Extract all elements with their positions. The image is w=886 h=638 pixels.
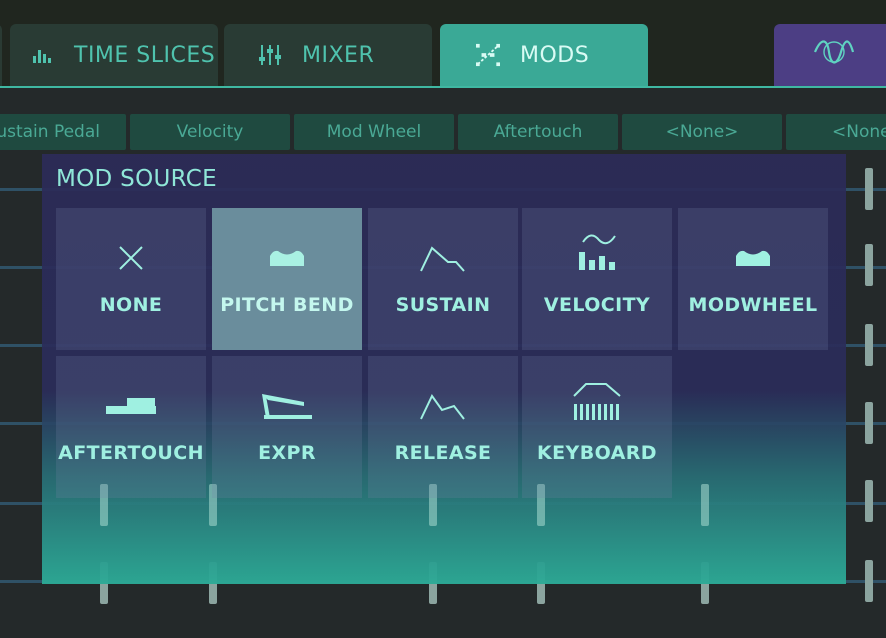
mod-slot-label: Mod Wheel [326, 122, 422, 142]
mod-source-label: NONE [99, 294, 163, 316]
pad-handle[interactable] [865, 402, 873, 444]
mod-source-aftertouch[interactable]: AFTERTOUCH [56, 356, 206, 498]
tab-mods[interactable]: MODS [440, 24, 648, 86]
mod-source-label: AFTERTOUCH [58, 442, 204, 464]
sliders-icon [258, 43, 282, 67]
mod-source-sustain[interactable]: SUSTAIN [368, 208, 518, 350]
mod-slot-label: <None> [832, 122, 886, 142]
tab-mixer[interactable]: MIXER [224, 24, 432, 86]
mod-source-expr[interactable]: EXPR [212, 356, 362, 498]
mod-source-none[interactable]: NONE [56, 208, 206, 350]
pad-handle-ghost [701, 484, 709, 526]
x-icon [118, 238, 144, 278]
pad-handle[interactable] [865, 244, 873, 286]
wave-icon [813, 40, 855, 70]
keyboard-icon [572, 382, 622, 422]
envelope-icon [420, 238, 466, 278]
modwheel-icon [735, 238, 771, 278]
mod-slot-label: <None> [665, 122, 739, 142]
mod-slot[interactable]: Velocity [130, 114, 290, 150]
tab-time-slices-label: TIME SLICES [74, 42, 216, 68]
pad-handle[interactable] [865, 324, 873, 366]
mods-icon [476, 43, 500, 67]
pad-handle[interactable] [865, 560, 873, 602]
tab-mods-label: MODS [520, 42, 590, 68]
tab-time-slices[interactable]: TIME SLICES [10, 24, 218, 86]
mod-slot-label: Aftertouch [493, 122, 583, 142]
velocity-icon [577, 232, 617, 272]
mod-source-modwheel[interactable]: MODWHEEL [678, 208, 828, 350]
aftertouch-icon [105, 386, 157, 426]
mod-slot-label: Velocity [176, 122, 244, 142]
pad-handle[interactable] [865, 480, 873, 522]
pitch-bend-icon [269, 238, 305, 278]
mod-slot[interactable]: Aftertouch [458, 114, 618, 150]
overlay-title: MOD SOURCE [56, 166, 217, 192]
mod-source-label: EXPR [258, 442, 316, 464]
mod-source-label: MODWHEEL [688, 294, 818, 316]
mod-source-keyboard[interactable]: KEYBOARD [522, 356, 672, 498]
mod-source-release[interactable]: RELEASE [368, 356, 518, 498]
mod-slot-row: Sustain Pedal Velocity Mod Wheel Afterto… [0, 114, 886, 150]
mod-source-label: RELEASE [394, 442, 492, 464]
mod-source-pitch-bend[interactable]: PITCH BEND [212, 208, 362, 350]
tab-bar: TIME SLICES MIXER MODS [0, 0, 886, 88]
mod-source-label: VELOCITY [543, 294, 651, 316]
mod-slot[interactable]: Mod Wheel [294, 114, 454, 150]
bars-icon [30, 43, 54, 67]
mod-source-label: KEYBOARD [537, 442, 657, 464]
mod-source-overlay: MOD SOURCE NONE PITCH BEND SUSTAIN VELOC… [42, 154, 846, 584]
tab-mixer-label: MIXER [302, 42, 375, 68]
pad-handle[interactable] [865, 168, 873, 210]
tab-wave[interactable] [774, 24, 886, 86]
mod-slot[interactable]: <None> [622, 114, 782, 150]
mod-source-label: SUSTAIN [395, 294, 491, 316]
release-icon [420, 386, 466, 426]
mod-slot[interactable]: Sustain Pedal [0, 114, 126, 150]
pedal-icon [260, 386, 314, 426]
mod-slot[interactable]: <None> [786, 114, 886, 150]
mod-source-label: PITCH BEND [220, 294, 354, 316]
mod-slot-label: Sustain Pedal [0, 122, 100, 142]
mod-source-velocity[interactable]: VELOCITY [522, 208, 672, 350]
tab-stub[interactable] [0, 24, 2, 86]
